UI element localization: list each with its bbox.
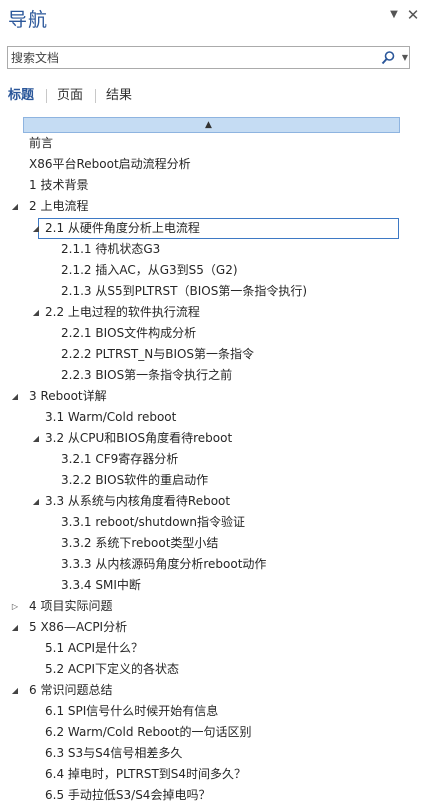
outline-item-label: 6.3 S3与S4信号相差多久 — [45, 746, 183, 760]
outline-item-label: 5.2 ACPI下定义的各状态 — [45, 662, 180, 676]
outline-item[interactable]: 3.2.2 BIOS软件的重启动作 — [0, 470, 429, 491]
outline-item[interactable]: 2.1.1 待机状态G3 — [0, 239, 429, 260]
outline-item[interactable]: 2.2.2 PLTRST_N与BIOS第一条指令 — [0, 344, 429, 365]
outline-item-label: 6.2 Warm/Cold Reboot的一句话区别 — [45, 725, 252, 739]
tab-divider — [46, 89, 47, 103]
collapse-icon[interactable]: ◢ — [10, 386, 20, 407]
outline-item[interactable]: 1 技术背景 — [0, 175, 429, 196]
search-icon[interactable] — [380, 50, 396, 66]
outline-item-label: 1 技术背景 — [29, 178, 89, 192]
outline-item-label: 6.5 手动拉低S3/S4会掉电吗？ — [45, 788, 211, 802]
tab-divider — [95, 89, 96, 103]
outline-item[interactable]: 6.3 S3与S4信号相差多久 — [0, 743, 429, 764]
outline-item-label: 2.1 从硬件角度分析上电流程 — [45, 221, 200, 235]
outline-item-label: 3.2.1 CF9寄存器分析 — [61, 452, 179, 466]
outline-item[interactable]: X86平台Reboot启动流程分析 — [0, 154, 429, 175]
outline-item-label: 3.2 从CPU和BIOS角度看待reboot — [45, 431, 233, 445]
chevron-down-icon[interactable]: ▼ — [386, 7, 402, 23]
outline-item-label: 2 上电流程 — [29, 199, 89, 213]
outline-item[interactable]: ◢ 2.2 上电过程的软件执行流程 — [0, 302, 429, 323]
outline-item-label: 6 常识问题总结 — [29, 683, 113, 697]
outline-item[interactable]: 5.2 ACPI下定义的各状态 — [0, 659, 429, 680]
collapse-icon[interactable]: ◢ — [31, 428, 41, 449]
outline-item[interactable]: 3.3.3 从内核源码角度分析reboot动作 — [0, 554, 429, 575]
close-icon[interactable]: ✕ — [405, 7, 421, 23]
outline-item[interactable]: 6.5 手动拉低S3/S4会掉电吗？ — [0, 785, 429, 806]
outline-item-label: 3.3.1 reboot/shutdown指令验证 — [61, 515, 245, 529]
outline-item-label: 5 X86—ACPI分析 — [29, 620, 128, 634]
outline-item-label: 2.1.2 插入AC，从G3到S5（G2) — [61, 263, 238, 277]
outline-item[interactable]: 前言 — [0, 133, 429, 154]
outline-item[interactable]: 6.4 掉电时，PLTRST到S4时间多久？ — [0, 764, 429, 785]
outline-item-label: 3.2.2 BIOS软件的重启动作 — [61, 473, 209, 487]
outline-item[interactable]: 6.2 Warm/Cold Reboot的一句话区别 — [0, 722, 429, 743]
outline-item-label: 3.1 Warm/Cold reboot — [45, 410, 177, 424]
outline-item-label: 3 Reboot详解 — [29, 389, 107, 403]
outline-item-label: 2.2.3 BIOS第一条指令执行之前 — [61, 368, 233, 382]
outline-item[interactable]: ◢ 3 Reboot详解 — [0, 386, 429, 407]
outline-item[interactable]: 6.1 SPI信号什么时候开始有信息 — [0, 701, 429, 722]
scroll-up-button[interactable]: ▲ — [23, 117, 400, 133]
collapse-icon[interactable]: ◢ — [31, 218, 41, 239]
outline-item[interactable]: ◢ 6 常识问题总结 — [0, 680, 429, 701]
outline-item[interactable]: 5.1 ACPI是什么？ — [0, 638, 429, 659]
outline-item[interactable]: 2.1.2 插入AC，从G3到S5（G2) — [0, 260, 429, 281]
outline-item[interactable]: ◢ 2 上电流程 — [0, 196, 429, 217]
outline-item[interactable]: 2.2.3 BIOS第一条指令执行之前 — [0, 365, 429, 386]
outline-item[interactable]: ◢ 5 X86—ACPI分析 — [0, 617, 429, 638]
outline-item[interactable]: 3.2.1 CF9寄存器分析 — [0, 449, 429, 470]
search-options-dropdown-icon[interactable]: ▼ — [400, 50, 410, 66]
scroll-up-icon: ▲ — [205, 120, 212, 130]
collapse-icon[interactable]: ◢ — [10, 196, 20, 217]
outline-item-label: X86平台Reboot启动流程分析 — [29, 157, 191, 171]
outline-item-label: 前言 — [29, 136, 54, 150]
outline-item-label: 2.2 上电过程的软件执行流程 — [45, 305, 200, 319]
outline-item-label: 5.1 ACPI是什么？ — [45, 641, 144, 655]
outline-item[interactable]: 2.1.3 从S5到PLTRST（BIOS第一条指令执行) — [0, 281, 429, 302]
outline-item-label: 2.1.1 待机状态G3 — [61, 242, 161, 256]
collapse-icon[interactable]: ◢ — [10, 680, 20, 701]
outline-item[interactable]: ◢ 3.2 从CPU和BIOS角度看待reboot — [0, 428, 429, 449]
search-box[interactable]: ▼ — [7, 46, 410, 69]
outline-item-label: 4 项目实际问题 — [29, 599, 113, 613]
outline-item-label: 2.2.1 BIOS文件构成分析 — [61, 326, 197, 340]
outline-item[interactable]: 3.3.2 系统下reboot类型小结 — [0, 533, 429, 554]
collapse-icon[interactable]: ◢ — [31, 491, 41, 512]
outline-item-label: 3.3.2 系统下reboot类型小结 — [61, 536, 219, 550]
tab-results[interactable]: 结果 — [106, 86, 132, 106]
outline-item-label: 2.1.3 从S5到PLTRST（BIOS第一条指令执行) — [61, 284, 308, 298]
tab-bar: 标题 页面 结果 — [0, 86, 429, 108]
outline-item[interactable]: ▷ 4 项目实际问题 — [0, 596, 429, 617]
outline-item[interactable]: 2.2.1 BIOS文件构成分析 — [0, 323, 429, 344]
outline-item-selected[interactable]: ◢ 2.1 从硬件角度分析上电流程 — [0, 218, 429, 239]
tab-pages[interactable]: 页面 — [57, 86, 83, 106]
title-bar: 导航 ▼ ✕ — [0, 0, 429, 36]
outline-item-label: 6.4 掉电时，PLTRST到S4时间多久？ — [45, 767, 247, 781]
collapse-icon[interactable]: ◢ — [10, 617, 20, 638]
outline-item[interactable]: 3.3.1 reboot/shutdown指令验证 — [0, 512, 429, 533]
outline-item-label: 3.3.3 从内核源码角度分析reboot动作 — [61, 557, 267, 571]
expand-icon[interactable]: ▷ — [10, 596, 20, 617]
pane-title: 导航 — [8, 9, 49, 31]
search-input[interactable] — [11, 49, 371, 66]
outline-item-label: 3.3 从系统与内核角度看待Reboot — [45, 494, 231, 508]
outline-item[interactable]: ◢ 3.3 从系统与内核角度看待Reboot — [0, 491, 429, 512]
outline-item-label: 2.2.2 PLTRST_N与BIOS第一条指令 — [61, 347, 255, 361]
outline-item[interactable]: 3.3.4 SMI中断 — [0, 575, 429, 596]
collapse-icon[interactable]: ◢ — [31, 302, 41, 323]
tab-headings[interactable]: 标题 — [8, 86, 34, 106]
outline-item-label: 3.3.4 SMI中断 — [61, 578, 141, 592]
outline-item[interactable]: 3.1 Warm/Cold reboot — [0, 407, 429, 428]
outline-item-label: 6.1 SPI信号什么时候开始有信息 — [45, 704, 219, 718]
